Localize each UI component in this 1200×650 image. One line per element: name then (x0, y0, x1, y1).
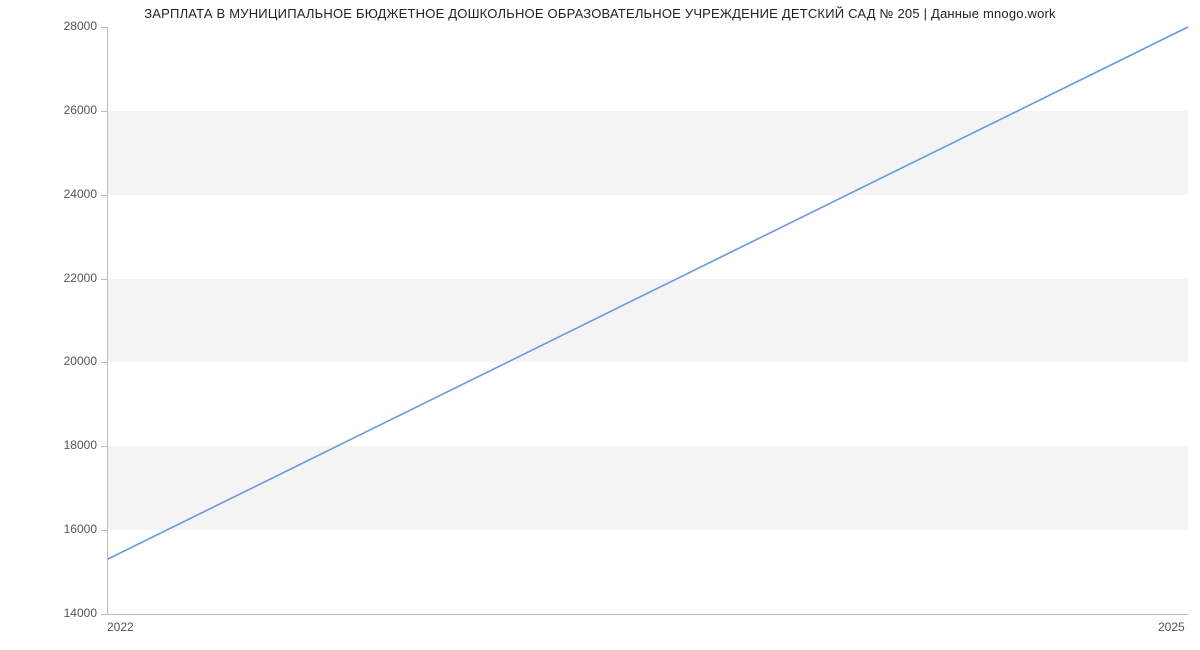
x-axis-line (107, 614, 1188, 615)
plot-area (107, 27, 1188, 614)
x-tick-label: 2022 (107, 620, 134, 634)
y-tick-label: 20000 (51, 354, 97, 368)
y-tick-mark (101, 279, 107, 280)
y-tick-label: 26000 (51, 103, 97, 117)
y-tick-label: 16000 (51, 522, 97, 536)
y-tick-mark (101, 27, 107, 28)
chart-title: ЗАРПЛАТА В МУНИЦИПАЛЬНОЕ БЮДЖЕТНОЕ ДОШКО… (0, 6, 1200, 21)
y-tick-label: 28000 (51, 19, 97, 33)
y-tick-label: 24000 (51, 187, 97, 201)
y-tick-mark (101, 111, 107, 112)
line-series-layer (107, 27, 1188, 614)
y-tick-label: 18000 (51, 438, 97, 452)
x-tick-label: 2025 (1158, 620, 1185, 634)
chart-container: ЗАРПЛАТА В МУНИЦИПАЛЬНОЕ БЮДЖЕТНОЕ ДОШКО… (0, 0, 1200, 650)
y-tick-mark (101, 362, 107, 363)
y-tick-mark (101, 195, 107, 196)
y-tick-mark (101, 446, 107, 447)
data-line (107, 27, 1188, 559)
y-axis-line (107, 27, 108, 614)
y-tick-mark (101, 614, 107, 615)
y-tick-label: 22000 (51, 271, 97, 285)
y-tick-mark (101, 530, 107, 531)
y-tick-label: 14000 (51, 606, 97, 620)
